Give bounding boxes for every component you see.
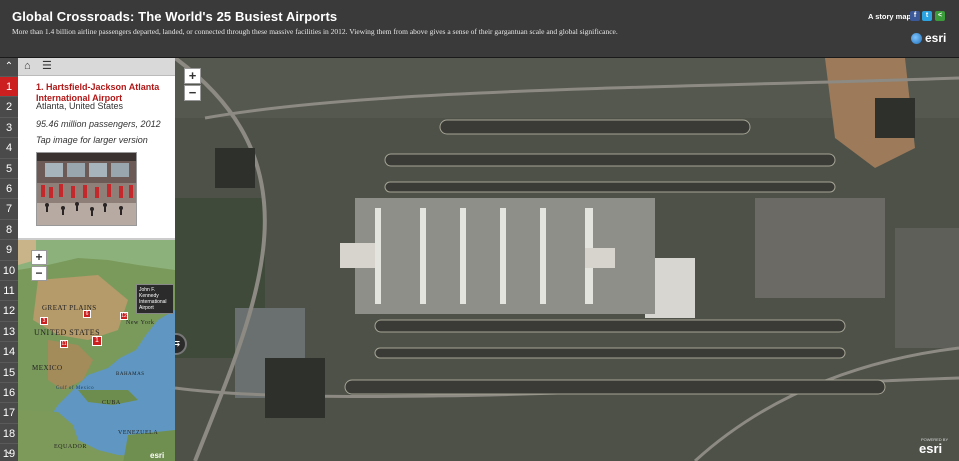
story-number-15[interactable]: 15 (0, 361, 18, 382)
entry-tap-hint: Tap image for larger version (36, 135, 148, 145)
map-label: EQUADOR (54, 444, 87, 450)
panel-toolbar: ⌂ ☰ (18, 58, 175, 76)
airport-marker[interactable]: 3 (40, 317, 48, 325)
esri-logo[interactable]: esri (912, 31, 946, 45)
airport-marker[interactable]: 12 (120, 312, 128, 320)
airport-tooltip: John F. Kennedy International Airport (136, 284, 174, 314)
terminal-photo-graphic (37, 153, 136, 225)
entry-location: Atlanta, United States (36, 101, 124, 111)
satellite-map[interactable]: + − ⇆ POWERED BY esri (175, 58, 959, 461)
story-number-5[interactable]: 5 (0, 157, 18, 178)
story-number-strip: ⌃ 1 2 3 4 5 6 7 8 9 10 11 12 13 14 15 16 17 18 19 ⌄ (0, 58, 18, 461)
overview-zoom-out-button[interactable]: − (31, 266, 47, 281)
airport-marker[interactable]: 1 (92, 336, 102, 346)
entry-title[interactable]: 1. Hartsfield-Jackson Atlanta Internatio… (36, 82, 171, 103)
story-number-2[interactable]: 2 (0, 96, 18, 117)
story-number-14[interactable]: 14 (0, 341, 18, 362)
story-number-4[interactable]: 4 (0, 137, 18, 158)
story-number-8[interactable]: 8 (0, 218, 18, 240)
header: Global Crossroads: The World's 25 Busies… (0, 0, 959, 58)
map-label: UNITED STATES (34, 328, 101, 337)
overview-zoom-in-button[interactable]: + (31, 250, 47, 265)
list-icon[interactable]: ☰ (42, 60, 54, 72)
twitter-icon[interactable]: t (922, 11, 932, 21)
share-icon[interactable]: < (935, 11, 945, 21)
page-subtitle: More than 1.4 billion airline passengers… (12, 27, 618, 36)
map-label: New York (126, 320, 155, 326)
airport-terminal-photo[interactable] (36, 152, 137, 226)
entry-passengers: 95.46 million passengers, 2012 (36, 119, 161, 129)
map-label: CUBA (102, 400, 121, 406)
facebook-icon[interactable]: f (910, 11, 920, 21)
map-zoom-out-button[interactable]: − (184, 85, 201, 101)
story-number-16[interactable]: 16 (0, 382, 18, 403)
story-map-link[interactable]: A story map (868, 12, 911, 21)
app: Global Crossroads: The World's 25 Busies… (0, 0, 959, 461)
page-title: Global Crossroads: The World's 25 Busies… (12, 9, 338, 24)
story-number-7[interactable]: 7 (0, 198, 18, 219)
story-number-11[interactable]: 11 (0, 280, 18, 301)
chevron-up-icon[interactable]: ⌃ (0, 58, 18, 76)
entry-panel: ⌂ ☰ 1. Hartsfield-Jackson Atlanta Intern… (18, 58, 175, 238)
satellite-imagery (175, 58, 959, 461)
map-label: VENEZUELA (118, 430, 159, 436)
map-esri-logo: esri (919, 441, 943, 456)
home-icon[interactable]: ⌂ (24, 60, 36, 72)
story-number-12[interactable]: 12 (0, 300, 18, 321)
chevron-down-icon[interactable]: ⌄ (0, 443, 18, 461)
map-label: BAHAMAS (116, 372, 145, 377)
story-number-13[interactable]: 13 (0, 320, 18, 342)
story-number-18[interactable]: 18 (0, 422, 18, 444)
story-number-17[interactable]: 17 (0, 402, 18, 423)
map-zoom-in-button[interactable]: + (184, 68, 201, 84)
story-number-9[interactable]: 9 (0, 239, 18, 260)
story-number-1[interactable]: 1 (0, 76, 18, 97)
map-label: MEXICO (32, 364, 63, 372)
overview-esri-logo: esri (150, 451, 165, 460)
story-number-3[interactable]: 3 (0, 116, 18, 138)
airport-marker[interactable]: 11 (60, 340, 68, 348)
overview-map[interactable]: + − John F. Kennedy International Airpor… (18, 238, 175, 461)
story-number-6[interactable]: 6 (0, 178, 18, 199)
map-label: Gulf of Mexico (56, 386, 95, 391)
story-number-10[interactable]: 10 (0, 259, 18, 280)
airport-marker[interactable]: 6 (83, 310, 91, 318)
